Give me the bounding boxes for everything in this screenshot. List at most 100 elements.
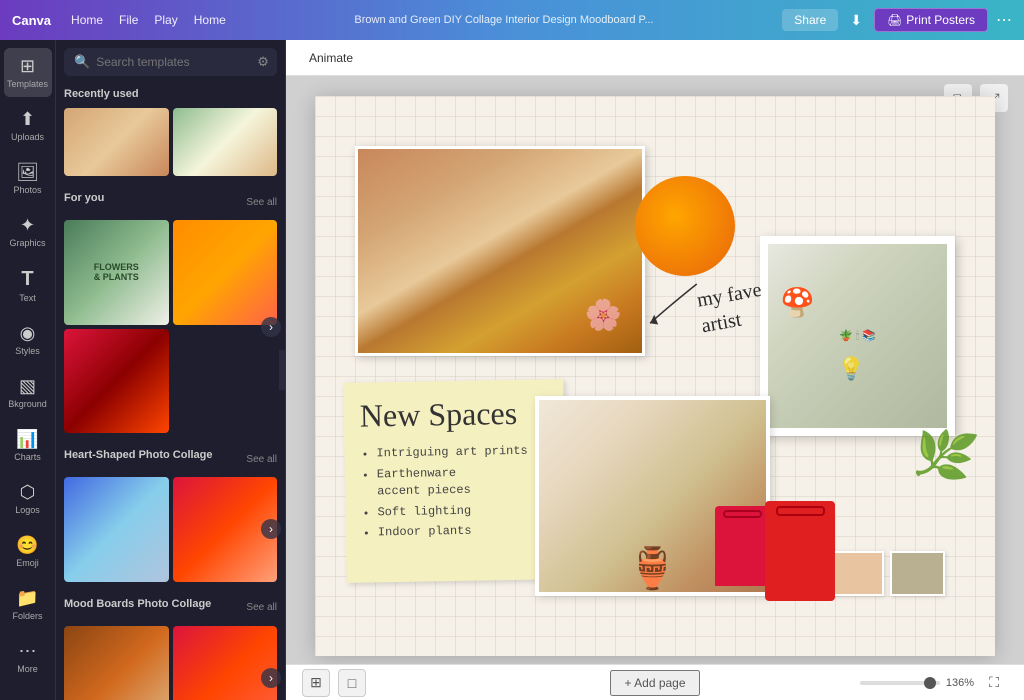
photo-room-interior[interactable]: 🪴 🕯 📚	[760, 236, 955, 436]
canvas-area: Animate ⧉ ⤢ 🌸	[286, 40, 1024, 700]
sidebar-label-background: Bkground	[8, 399, 47, 409]
sidebar-item-photos[interactable]: 🖼 Photos	[4, 154, 52, 203]
zoom-percentage: 136%	[946, 677, 974, 689]
background-icon: ▧	[19, 376, 36, 397]
sidebar-label-charts: Charts	[14, 452, 41, 462]
canvas-wrapper[interactable]: ⧉ ⤢ 🌸 my favearti	[286, 76, 1024, 664]
fullscreen-icon: ⛶	[989, 674, 999, 691]
charts-icon: 📊	[16, 429, 38, 450]
template-thumb-foryou-1[interactable]: FLOWERS& PLANTS	[64, 220, 169, 325]
menu-home[interactable]: Home	[71, 13, 103, 27]
animate-button[interactable]: Animate	[298, 46, 364, 70]
menu-home2[interactable]: Home	[194, 13, 226, 27]
mood-section: Mood Boards Photo Collage See all ›	[64, 598, 277, 700]
sidebar-item-logos[interactable]: ⬡ Logos	[4, 474, 52, 523]
mood-title: Mood Boards Photo Collage	[64, 598, 211, 610]
sidebar-item-more[interactable]: ⋯ More	[4, 633, 52, 682]
logos-icon: ⬡	[20, 482, 36, 503]
sidebar-item-graphics[interactable]: ✦ Graphics	[4, 207, 52, 256]
sidebar-item-background[interactable]: ▧ Bkground	[4, 368, 52, 417]
heart-title: Heart-Shaped Photo Collage	[64, 449, 213, 461]
download-button[interactable]: ⬇	[846, 8, 866, 33]
sidebar-item-text[interactable]: T Text	[4, 260, 52, 311]
recently-thumb-2[interactable]	[173, 108, 278, 176]
print-button[interactable]: 🖨 Print Posters	[874, 8, 988, 32]
app-logo[interactable]: Canva	[12, 13, 51, 28]
photos-icon: 🖼	[16, 162, 39, 183]
folders-icon: 📁	[16, 588, 38, 609]
template-thumb-foryou-2[interactable]	[173, 220, 278, 325]
template-mood-2[interactable]	[173, 626, 278, 700]
room-photo-content: 🪴 🕯 📚	[839, 329, 876, 343]
top-menu: Home File Play Home	[71, 13, 226, 27]
zoom-slider[interactable]	[860, 681, 940, 685]
mood-chevron[interactable]: ›	[261, 668, 281, 688]
sidebar-label-text: Text	[19, 293, 36, 303]
recently-used-section: Recently used	[64, 88, 277, 176]
sidebar-item-styles[interactable]: ◉ Styles	[4, 315, 52, 364]
zoom-controls: 136% ⛶	[860, 669, 1008, 697]
arrow-decoration	[637, 278, 711, 334]
left-sidebar: ⊞ Templates ⬆ Uploads 🖼 Photos ✦ Graphic…	[0, 40, 56, 700]
for-you-header: For you See all	[64, 192, 277, 212]
sidebar-label-photos: Photos	[13, 185, 41, 195]
swatch-peach[interactable]	[829, 551, 884, 596]
sidebar-label-logos: Logos	[15, 505, 40, 515]
design-canvas[interactable]: 🌸 my faveartist 🪴 🕯 📚	[315, 96, 995, 656]
add-page-button[interactable]: + Add page	[610, 670, 699, 696]
zoom-thumb	[924, 677, 936, 689]
red-bag-2[interactable]	[765, 501, 835, 601]
fullscreen-button[interactable]: ⛶	[980, 669, 1008, 697]
red-bag-1[interactable]	[715, 506, 770, 586]
top-bar: Canva Home File Play Home Brown and Gree…	[0, 0, 1024, 40]
share-button[interactable]: Share	[782, 9, 838, 31]
sidebar-label-folders: Folders	[12, 611, 42, 621]
page-view-button[interactable]: □	[338, 669, 366, 697]
bullet-4: Indoor plants	[378, 522, 550, 542]
grid-view-button[interactable]: ⊞	[302, 669, 330, 697]
filter-icon[interactable]: ⚙	[257, 54, 269, 70]
for-you-grid: FLOWERS& PLANTS ›	[64, 220, 277, 433]
sidebar-item-folders[interactable]: 📁 Folders	[4, 580, 52, 629]
mushroom-sticker[interactable]: 🍄	[780, 286, 815, 319]
main-layout: ⊞ Templates ⬆ Uploads 🖼 Photos ✦ Graphic…	[0, 40, 1024, 700]
lamp-decoration: 💡	[838, 356, 865, 382]
photo-warm-interior[interactable]: 🌸	[355, 146, 645, 356]
document-title: Brown and Green DIY Collage Interior Des…	[226, 14, 783, 26]
template-thumb-foryou-3[interactable]	[64, 329, 169, 434]
for-you-see-all[interactable]: See all	[246, 197, 277, 208]
canvas-bottom-left: ⊞ □	[302, 669, 366, 697]
heart-grid: ›	[64, 477, 277, 582]
menu-file[interactable]: File	[119, 13, 138, 27]
emoji-icon: 😊	[16, 535, 38, 556]
animate-bar: Animate	[286, 40, 1024, 76]
more-button[interactable]: ⋯	[996, 10, 1012, 30]
sidebar-label-more: More	[17, 664, 38, 674]
bullet-3: Soft lighting	[377, 501, 549, 521]
heart-chevron[interactable]: ›	[261, 519, 281, 539]
template-mood-1[interactable]	[64, 626, 169, 700]
sticky-note[interactable]: New Spaces Intriguing art prints Earthen…	[343, 379, 566, 583]
heart-see-all[interactable]: See all	[246, 454, 277, 465]
sidebar-item-templates[interactable]: ⊞ Templates	[4, 48, 52, 97]
vase-decoration: 🏺	[628, 545, 678, 592]
recently-thumb-1[interactable]	[64, 108, 169, 176]
menu-play[interactable]: Play	[154, 13, 177, 27]
bag-handle-1	[723, 510, 762, 518]
search-input[interactable]	[96, 55, 251, 69]
sidebar-item-uploads[interactable]: ⬆ Uploads	[4, 101, 52, 150]
for-you-chevron[interactable]: ›	[261, 317, 281, 337]
heart-header: Heart-Shaped Photo Collage See all	[64, 449, 277, 469]
sidebar-label-styles: Styles	[15, 346, 40, 356]
mood-see-all[interactable]: See all	[246, 602, 277, 613]
sidebar-item-emoji[interactable]: 😊 Emoji	[4, 527, 52, 576]
recently-used-title: Recently used	[64, 88, 277, 100]
sidebar-label-emoji: Emoji	[16, 558, 39, 568]
swatch-sage[interactable]	[890, 551, 945, 596]
sidebar-item-charts[interactable]: 📊 Charts	[4, 421, 52, 470]
uploads-icon: ⬆	[20, 109, 35, 130]
collapse-panel-button[interactable]: ‹	[279, 350, 286, 390]
grid-icon: ⊞	[310, 674, 322, 691]
template-heart-1[interactable]	[64, 477, 169, 582]
graphics-icon: ✦	[20, 215, 35, 236]
